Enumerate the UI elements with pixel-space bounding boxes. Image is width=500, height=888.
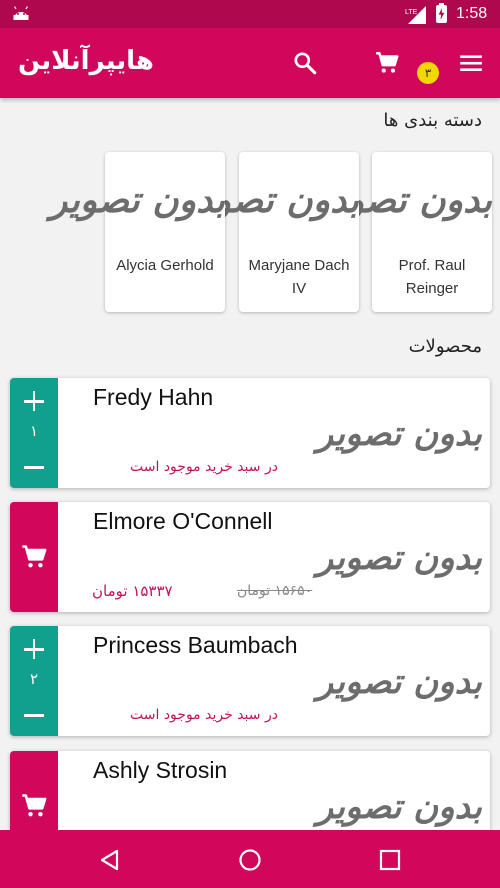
category-name: Prof. Raul Reinger <box>398 257 466 297</box>
android-icon <box>13 6 29 20</box>
add-to-cart-icon <box>22 545 47 568</box>
in-cart-status: در سبد خرید موجود است <box>130 459 278 475</box>
no-image-placeholder: بدون تصویر <box>316 414 482 454</box>
cart-count-badge: ۳ <box>417 62 439 84</box>
product-card[interactable]: ۲ Princess Baumbach بدون تصویر در سبد خر… <box>10 626 490 736</box>
old-price: ۱۵۶۵۰ تومان <box>237 583 313 599</box>
add-to-cart-button[interactable] <box>10 502 58 612</box>
product-name: Fredy Hahn <box>93 384 214 410</box>
recents-icon[interactable] <box>377 847 403 873</box>
battery-icon <box>436 3 447 23</box>
no-image-placeholder: بدون تصویر <box>316 662 482 702</box>
add-to-cart-icon <box>22 794 47 817</box>
no-image-placeholder: بدون تصویر <box>184 179 359 221</box>
cart-icon[interactable] <box>374 50 400 76</box>
discount-price: ۱۵۳۳۷ تومان <box>92 582 173 600</box>
product-name: Princess Baumbach <box>93 632 298 658</box>
no-image-placeholder: بدون تصویر <box>50 179 225 221</box>
in-cart-status: در سبد خرید موجود است <box>130 707 278 723</box>
status-bar: LTE 1:58 <box>0 0 500 28</box>
system-navigation-bar <box>0 830 500 888</box>
categories-title: دسته بندی ها <box>383 110 482 131</box>
svg-text:LTE: LTE <box>405 9 418 16</box>
no-image-placeholder: بدون تصویر <box>316 538 482 578</box>
category-card[interactable]: بدون تصویر Maryjane Dach IV <box>184 152 359 312</box>
increase-button[interactable] <box>10 386 58 416</box>
product-card[interactable]: ۱ Fredy Hahn بدون تصویر در سبد خرید موجو… <box>10 378 490 488</box>
category-card[interactable]: بدون تصویر Prof. Raul Reinger <box>317 152 492 312</box>
search-icon[interactable] <box>292 50 318 76</box>
no-image-placeholder: بدون تصویر <box>317 179 492 221</box>
quantity-stepper: ۲ <box>10 626 58 736</box>
clock: 1:58 <box>456 5 488 22</box>
app-title: هایپرآنلاین <box>18 46 154 76</box>
menu-icon[interactable] <box>458 50 484 76</box>
product-card[interactable]: Elmore O'Connell بدون تصویر ۱۵۶۵۰ تومان … <box>10 502 490 612</box>
quantity-value: ۲ <box>29 670 39 688</box>
back-icon[interactable] <box>97 847 123 873</box>
category-name: Alycia Gerhold <box>116 257 214 274</box>
home-icon[interactable] <box>237 847 263 873</box>
category-name: Maryjane Dach IV <box>248 257 350 297</box>
products-title: محصولات <box>408 336 482 357</box>
quantity-value: ۱ <box>29 422 39 440</box>
product-name: Elmore O'Connell <box>93 508 273 534</box>
quantity-stepper: ۱ <box>10 378 58 488</box>
category-card[interactable]: بدون تصویر Alycia Gerhold <box>50 152 225 312</box>
product-name: Ashly Strosin <box>93 757 228 783</box>
decrease-button[interactable] <box>10 452 58 482</box>
signal-icon: LTE <box>405 6 426 24</box>
no-image-placeholder: بدون تصویر <box>316 787 482 827</box>
increase-button[interactable] <box>10 634 58 664</box>
decrease-button[interactable] <box>10 700 58 730</box>
